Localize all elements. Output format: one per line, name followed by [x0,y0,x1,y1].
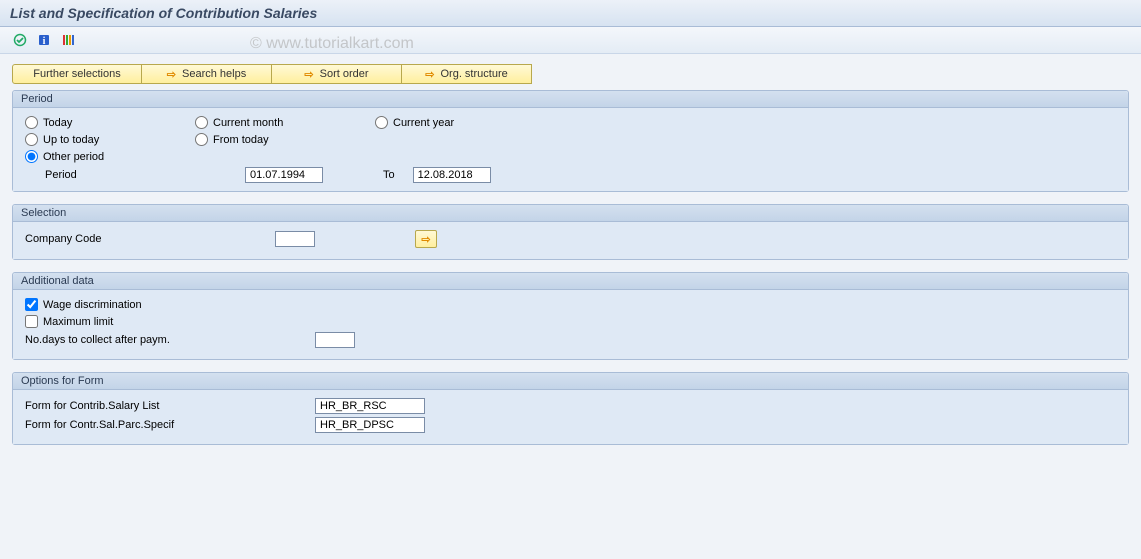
sort-order-button[interactable]: ⇨ Sort order [272,64,402,84]
radio-other-period-label: Other period [43,151,104,163]
maximum-limit-label: Maximum limit [43,316,113,328]
arrow-right-icon: ⇨ [304,68,313,81]
radio-current-month[interactable]: Current month [195,116,375,129]
execute-icon[interactable] [10,31,30,49]
radio-from-today-input[interactable] [195,133,208,146]
radio-up-to-today[interactable]: Up to today [25,133,195,146]
radio-current-month-label: Current month [213,117,283,129]
radio-from-today[interactable]: From today [195,133,375,146]
company-code-input[interactable] [275,231,315,247]
radio-current-year-input[interactable] [375,116,388,129]
parc-spec-label: Form for Contr.Sal.Parc.Specif [25,419,315,431]
radio-up-to-today-label: Up to today [43,134,99,146]
further-selections-label: Further selections [33,68,120,80]
arrow-right-icon: ⇨ [421,233,430,246]
radio-from-today-label: From today [213,134,269,146]
period-to-label: To [383,169,395,181]
no-days-input[interactable] [315,332,355,348]
button-row: Further selections ⇨ Search helps ⇨ Sort o… [12,64,1129,84]
wage-discrimination-label: Wage discrimination [43,299,142,311]
maximum-limit-checkbox[interactable] [25,315,38,328]
period-from-input[interactable] [245,167,323,183]
arrow-right-icon: ⇨ [425,68,434,81]
form-options-title: Options for Form [13,373,1128,390]
wage-discrimination-check[interactable]: Wage discrimination [25,298,1116,311]
company-code-label: Company Code [25,233,275,245]
radio-today[interactable]: Today [25,116,195,129]
arrow-right-icon: ⇨ [167,68,176,81]
radio-other-period[interactable]: Other period [25,150,195,163]
search-helps-label: Search helps [182,68,246,80]
maximum-limit-check[interactable]: Maximum limit [25,315,1116,328]
info-icon[interactable]: i [34,31,54,49]
radio-current-year[interactable]: Current year [375,116,555,129]
period-group-title: Period [13,91,1128,108]
main-content: Further selections ⇨ Search helps ⇨ Sort o… [0,54,1141,467]
period-group: Period Today Current month Current year … [12,90,1129,192]
form-options-group: Options for Form Form for Contrib.Salary… [12,372,1129,445]
search-helps-button[interactable]: ⇨ Search helps [142,64,272,84]
radio-today-input[interactable] [25,116,38,129]
selection-group-title: Selection [13,205,1128,222]
contrib-list-label: Form for Contrib.Salary List [25,400,315,412]
parc-spec-input[interactable] [315,417,425,433]
no-days-label: No.days to collect after paym. [25,334,315,346]
period-to-input[interactable] [413,167,491,183]
title-bar: List and Specification of Contribution S… [0,0,1141,27]
radio-current-year-label: Current year [393,117,454,129]
further-selections-button[interactable]: Further selections [12,64,142,84]
radio-other-period-input[interactable] [25,150,38,163]
radio-current-month-input[interactable] [195,116,208,129]
wage-discrimination-checkbox[interactable] [25,298,38,311]
radio-up-to-today-input[interactable] [25,133,38,146]
page-title: List and Specification of Contribution S… [10,5,1131,21]
additional-data-group: Additional data Wage discrimination Maxi… [12,272,1129,360]
bars-icon[interactable] [58,31,78,49]
app-toolbar: i [0,27,1141,54]
period-sub-label: Period [25,169,245,181]
selection-group: Selection Company Code ⇨ [12,204,1129,260]
sort-order-label: Sort order [320,68,369,80]
contrib-list-input[interactable] [315,398,425,414]
multiple-selection-button[interactable]: ⇨ [415,230,437,248]
additional-data-title: Additional data [13,273,1128,290]
svg-text:i: i [43,36,46,47]
radio-today-label: Today [43,117,72,129]
org-structure-label: Org. structure [440,68,507,80]
org-structure-button[interactable]: ⇨ Org. structure [402,64,532,84]
